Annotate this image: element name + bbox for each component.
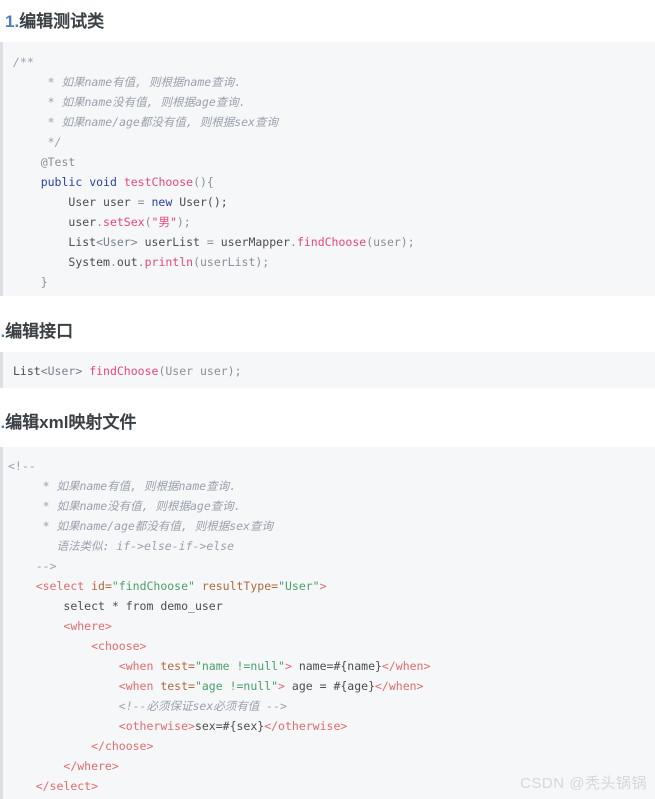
code-token-comment-line-2: * 如果name没有值, 则根据age查询. — [47, 95, 246, 109]
code-token-xml-comment-line-4-code: if->else-if->else — [116, 539, 235, 553]
code-token-when1-gt: > — [284, 659, 292, 673]
code-token-kw-new: new — [151, 195, 173, 209]
code-token-setsex-open-paren: ( — [144, 215, 152, 229]
code-token-println-args: (userList); — [193, 255, 270, 269]
code-token-choose-close: </choose> — [91, 739, 154, 753]
code-token-xml-comment-open: <!-- — [8, 459, 36, 473]
code-token-iface-generic: <User> — [40, 364, 83, 378]
code-token-comment-line-1: * 如果name有值, 则根据name查询. — [47, 75, 242, 89]
code-token-list-obj: userMapper — [220, 235, 290, 249]
code-token-method-testchoose: testChoose — [123, 175, 194, 189]
code-token-system-out: out — [116, 255, 138, 269]
code-token-comment-close: */ — [47, 135, 62, 149]
section-heading-1: 1.编辑测试类 — [5, 7, 104, 32]
code-token-list-var: userList — [137, 235, 207, 249]
code-token-when2-gt: > — [278, 679, 285, 693]
code-token-select-attr-resulttype-value: "User" — [278, 579, 320, 593]
code-token-otherwise-close: </otherwise> — [264, 719, 348, 733]
code-content-interface: List<User> findChoose(User user); — [13, 361, 655, 381]
code-token-list-method: findChoose — [296, 235, 367, 249]
code-token-when1-open: <when — [118, 659, 154, 673]
code-token-xml-comment-line-4-label: 语法类似: — [56, 539, 117, 553]
code-token-otherwise-open: <otherwise> — [118, 719, 195, 733]
code-token-user-ctor: User(); — [172, 195, 228, 209]
code-block-interface[interactable]: List<User> findChoose(User user); — [0, 352, 655, 388]
code-token-when2-open: <when — [118, 679, 154, 693]
code-token-system-obj: System — [68, 255, 110, 269]
code-token-when2-body: age = #{age} — [284, 679, 375, 693]
code-token-brace-close: } — [40, 275, 48, 289]
section-heading-2: 2.编辑接口 — [0, 317, 73, 342]
code-token-list-args: (user); — [366, 235, 415, 249]
code-token-setsex-method: setSex — [103, 215, 145, 229]
code-token-kw-public: public — [40, 175, 83, 189]
code-token-otherwise-body: sex=#{sex} — [194, 719, 265, 733]
code-token-select-close: </select> — [35, 779, 99, 793]
code-token-where-close: </where> — [63, 759, 119, 773]
code-token-select-attr-id-value: "findChoose" — [111, 579, 195, 593]
code-content-test-class: /** * 如果name有值, 则根据name查询. * 如果name没有值, … — [13, 52, 655, 292]
code-token-where-open: <where> — [63, 619, 112, 633]
code-token-when1-body: name=#{name} — [291, 659, 382, 673]
code-block-xml-mapper[interactable]: <!-- * 如果name有值, 则根据name查询. * 如果name没有值,… — [0, 447, 655, 799]
code-token-list-generic: <User> — [96, 235, 138, 249]
code-token-println-method: println — [144, 255, 194, 269]
code-token-iface-params: (User user); — [158, 364, 242, 378]
code-token-signature-tail: (){ — [193, 175, 214, 189]
code-token-xml-comment-line-3: * 如果name/age都没有值, 则根据sex查询 — [42, 519, 273, 533]
section-heading-2-text: 编辑接口 — [5, 322, 74, 341]
code-token-list-eq: = — [206, 235, 221, 249]
code-token-list-type: List — [68, 235, 97, 249]
code-token-when1-attr-value: "name !=null" — [194, 659, 285, 673]
code-content-xml-mapper: <!-- * 如果name有值, 则根据name查询. * 如果name没有值,… — [8, 456, 655, 796]
code-token-user-type: User — [68, 195, 97, 209]
code-token-system-dot1: . — [109, 255, 117, 269]
code-token-comment-open: /** — [13, 55, 34, 69]
code-token-list-dot: . — [290, 235, 297, 249]
code-token-annotation-test: @Test — [40, 155, 76, 169]
section-heading-1-text: 编辑测试类 — [19, 12, 105, 31]
code-token-when2-attr-value: "age !=null" — [194, 679, 279, 693]
code-token-inner-comment: <!--必须保证sex必须有值 --> — [118, 699, 287, 713]
code-token-select-open-tag: <select — [35, 579, 85, 593]
code-token-when1-attr-name: test= — [153, 659, 195, 673]
code-block-test-class[interactable]: /** * 如果name有值, 则根据name查询. * 如果name没有值, … — [0, 42, 655, 296]
code-token-user-eq: = — [137, 195, 152, 209]
code-token-kw-void: void — [89, 175, 117, 189]
code-token-iface-type: List — [13, 364, 41, 378]
code-token-comment-line-3: * 如果name/age都没有值, 则根据sex查询 — [47, 115, 278, 129]
code-token-select-attr-resulttype-name: resultType= — [194, 579, 279, 593]
code-token-when2-close: </when> — [375, 679, 424, 693]
code-token-select-open-gt: > — [319, 579, 327, 593]
code-token-setsex-string: "男" — [151, 215, 177, 229]
code-token-xml-comment-line-1: * 如果name有值, 则根据name查询. — [42, 479, 237, 493]
code-token-setsex-obj: user — [68, 215, 97, 229]
code-token-when1-close: </when> — [381, 659, 431, 673]
code-token-when2-attr-name: test= — [153, 679, 195, 693]
document-page: 1.编辑测试类 /** * 如果name有值, 则根据name查询. * 如果n… — [0, 0, 655, 799]
code-token-xml-comment-close: --> — [35, 559, 57, 573]
section-heading-3: 3.编辑xml映射文件 — [0, 408, 136, 433]
section-heading-1-number: 1. — [5, 12, 20, 31]
code-token-xml-comment-line-2: * 如果name没有值, 则根据age查询. — [42, 499, 241, 513]
code-token-choose-open: <choose> — [91, 639, 147, 653]
code-token-user-var: user — [96, 195, 138, 209]
csdn-watermark: CSDN @秃头锅锅 — [520, 775, 647, 792]
code-token-setsex-close-paren: ); — [176, 215, 191, 229]
code-token-system-dot2: . — [137, 255, 145, 269]
section-heading-3-text: 编辑xml映射文件 — [5, 413, 137, 432]
code-token-setsex-dot: . — [96, 215, 104, 229]
code-token-select-attr-id-name: id= — [84, 579, 112, 593]
code-token-iface-method: findChoose — [89, 364, 159, 378]
code-token-sql-statement: select * from demo_user — [63, 599, 223, 613]
